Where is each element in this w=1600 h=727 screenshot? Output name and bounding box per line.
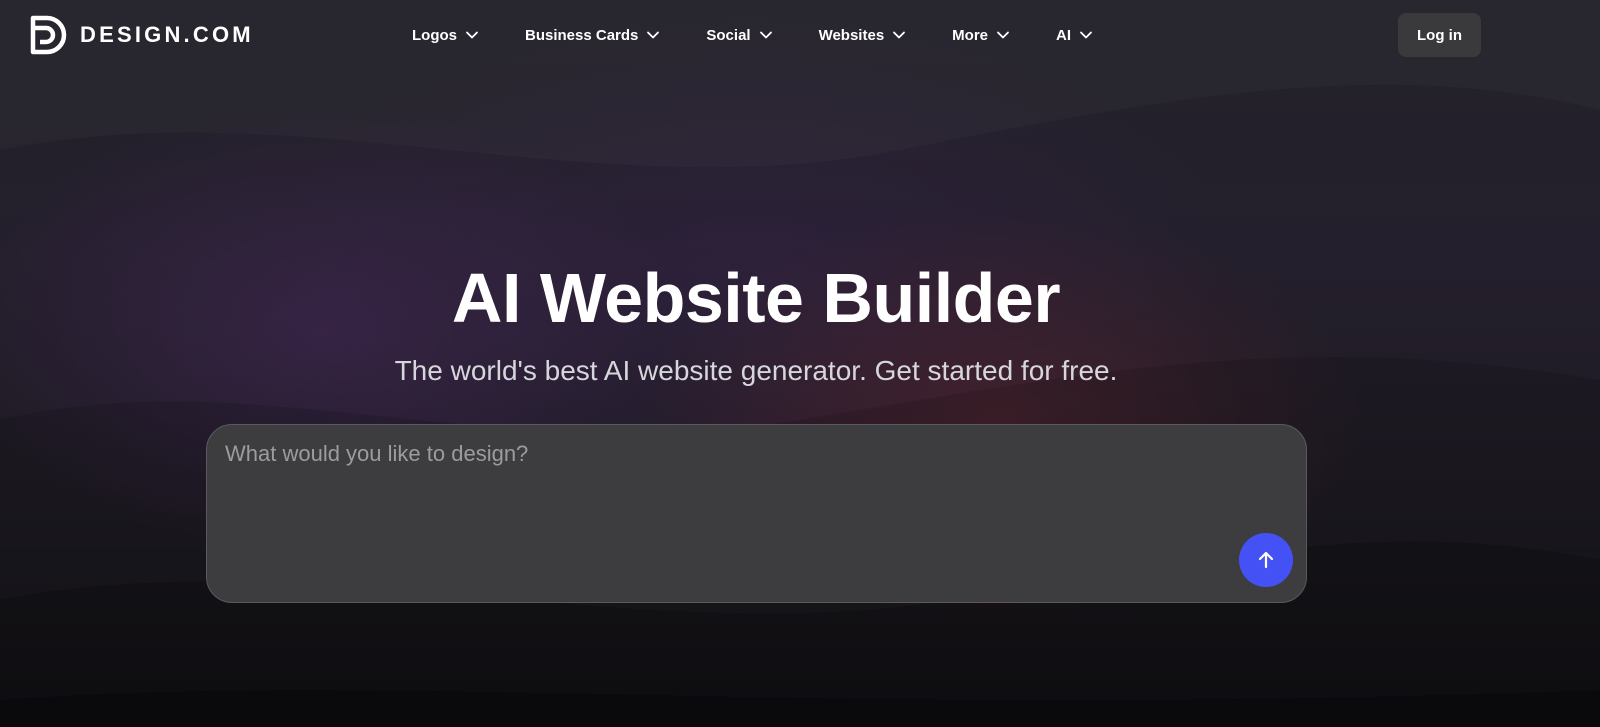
design-prompt-box <box>206 424 1307 603</box>
send-prompt-button[interactable] <box>1239 533 1293 587</box>
nav-item-label: AI <box>1056 26 1072 44</box>
main-nav: Logos Business Cards Social Websites Mor… <box>412 22 1093 48</box>
nav-item-label: Business Cards <box>525 26 639 44</box>
chevron-down-icon <box>647 31 660 39</box>
nav-item-label: Websites <box>818 26 885 44</box>
chevron-down-icon <box>466 31 478 39</box>
page-subtitle: The world's best AI website generator. G… <box>394 355 1118 386</box>
page-title: AI Website Builder <box>451 259 1061 337</box>
arrow-up-icon <box>1258 551 1274 569</box>
nav-item-social[interactable]: Social <box>706 27 772 44</box>
login-button[interactable]: Log in <box>1398 13 1481 57</box>
nav-item-label: More <box>952 26 989 44</box>
site-header: DESIGN.COM Logos Business Cards Social W… <box>0 0 1600 70</box>
nav-item-ai[interactable]: AI <box>1056 27 1093 44</box>
nav-item-label: Social <box>706 26 751 44</box>
chevron-down-icon <box>759 31 772 39</box>
nav-item-logos[interactable]: Logos <box>412 27 479 44</box>
nav-item-websites[interactable]: Websites <box>819 27 907 44</box>
brand-logo[interactable]: DESIGN.COM <box>30 15 254 55</box>
brand-name: DESIGN.COM <box>80 22 254 47</box>
design-prompt-input[interactable] <box>225 441 1185 591</box>
design-com-logo-icon <box>30 15 67 55</box>
chevron-down-icon <box>997 31 1009 39</box>
chevron-down-icon <box>893 31 906 39</box>
nav-item-label: Logos <box>412 26 457 44</box>
nav-item-business-cards[interactable]: Business Cards <box>525 27 660 44</box>
nav-item-more[interactable]: More <box>952 27 1010 44</box>
chevron-down-icon <box>1080 31 1092 39</box>
